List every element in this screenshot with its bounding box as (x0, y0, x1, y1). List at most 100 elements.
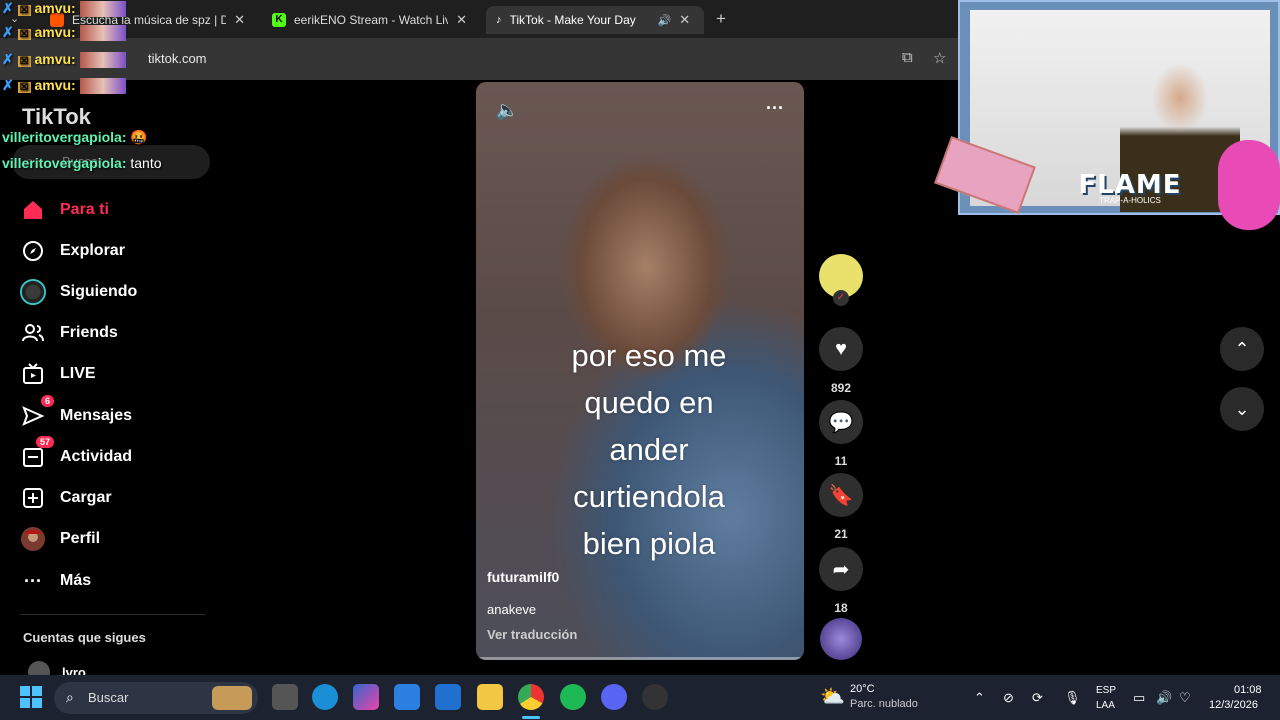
outlook-icon[interactable] (435, 684, 461, 710)
progress-bar[interactable] (476, 657, 804, 660)
sidebar-item-label: Siguiendo (60, 283, 138, 300)
weather-icon[interactable]: ⛅ (820, 684, 845, 709)
language-bottom[interactable]: LAA (1096, 700, 1115, 711)
sidebar-item-label: LIVE (60, 365, 96, 382)
sidebar-divider (20, 614, 206, 615)
display-icon[interactable]: ▭ (1133, 690, 1145, 706)
bookmark-star-icon[interactable]: ☆ (933, 49, 946, 67)
music-disc-button[interactable] (818, 618, 864, 660)
comment-button[interactable]: 💬 11 (818, 400, 864, 468)
spotify-icon[interactable] (560, 684, 586, 710)
next-video-button[interactable]: ⌄ (1220, 387, 1264, 431)
battery-icon[interactable]: ♡ (1179, 690, 1191, 706)
translate-link[interactable]: Ver traducción (487, 627, 577, 642)
compass-icon (20, 238, 46, 264)
sidebar-item-actividad[interactable]: 57 Actividad (20, 436, 132, 470)
chat-user: amvu: (34, 0, 76, 16)
sidebar-item-label: Más (60, 572, 92, 589)
windows-start-icon[interactable] (18, 684, 44, 710)
sidebar-item-mas[interactable]: ··· Más (20, 568, 91, 594)
clock-date[interactable]: 12/3/2026 (1209, 699, 1258, 711)
following-header: Cuentas que sigues (23, 630, 146, 645)
sidebar-item-label: Perfil (60, 530, 101, 547)
tab-title: eerikENO Stream - Watch Live c (294, 13, 449, 27)
author-avatar-button[interactable]: ✓ (818, 254, 864, 306)
tab-tiktok[interactable]: ♪ TikTok - Make Your Day 🔊 ✕ (486, 6, 704, 34)
task-view-icon[interactable] (272, 684, 298, 710)
new-tab-button[interactable]: + (716, 9, 726, 29)
video-author[interactable]: futuramilf0 (487, 569, 559, 585)
install-app-icon[interactable]: ⧉ (902, 49, 913, 66)
weather-temp[interactable]: 20°C (850, 683, 875, 695)
obs-icon[interactable] (642, 684, 668, 710)
music-disc-icon (820, 618, 862, 660)
check-icon: ✓ (833, 290, 849, 306)
clock-time[interactable]: 01:08 (1234, 684, 1262, 696)
share-icon: ➦ (819, 547, 863, 591)
weather-desc[interactable]: Parc. nublado (850, 698, 918, 710)
badge-icon: ✗ (2, 24, 14, 40)
edge-icon[interactable] (312, 684, 338, 710)
sidebar-item-siguiendo[interactable]: Siguiendo (20, 279, 137, 305)
video-player[interactable]: 🔈 ··· por eso me quedo en ander curtiend… (476, 82, 804, 660)
following-icon (20, 279, 46, 305)
network-off-icon[interactable]: ⊘ (1003, 690, 1014, 706)
video-sound[interactable]: anakeve (487, 602, 536, 617)
close-tab-icon[interactable]: ✕ (456, 12, 467, 28)
speaker-icon[interactable]: 🔊 (658, 14, 672, 27)
volume-icon[interactable]: 🔊 (1156, 690, 1172, 706)
kick-icon: K (272, 13, 286, 27)
close-tab-icon[interactable]: ✕ (234, 12, 245, 28)
chat-line: villeritovergapiola: tanto (2, 155, 162, 171)
save-count: 21 (834, 527, 848, 541)
tiktok-favicon-icon: ♪ (496, 14, 502, 26)
more-options-icon[interactable]: ··· (766, 98, 784, 119)
caption-line: por eso me (571, 338, 727, 373)
close-tab-icon[interactable]: ✕ (679, 12, 690, 28)
sync-icon[interactable]: ⟳ (1032, 690, 1043, 706)
discord-icon[interactable] (601, 684, 627, 710)
tiktok-logo[interactable]: TikTok (22, 104, 91, 130)
sidebar-item-live[interactable]: LIVE (20, 361, 96, 387)
sidebar-item-cargar[interactable]: Cargar (20, 485, 112, 511)
browser-tab-strip: ⌄ Escucha la música de spz | Disfr ✕ K e… (0, 0, 958, 38)
emote-icon (79, 78, 126, 95)
previous-video-button[interactable]: ⌃ (1220, 327, 1264, 371)
microphone-icon[interactable]: 🎙 (1064, 690, 1081, 706)
activity-badge: 57 (35, 436, 54, 448)
volume-icon[interactable]: 🔈 (496, 100, 518, 121)
tab-kick[interactable]: K eerikENO Stream - Watch Live c ✕ (262, 6, 477, 34)
chat-user: amvu: (34, 51, 76, 67)
chat-message: tanto (130, 155, 162, 171)
save-button[interactable]: 🔖 21 (818, 473, 864, 541)
sidebar-item-perfil[interactable]: Perfil (20, 526, 100, 552)
caption-line: bien piola (582, 526, 716, 561)
like-count: 892 (830, 381, 852, 395)
copilot-icon[interactable] (353, 684, 379, 710)
taskbar-search[interactable]: ⌕ Buscar (54, 682, 258, 714)
emote-icon: ☒ (17, 82, 31, 93)
chrome-icon[interactable] (518, 684, 544, 710)
webcam-banner: FLAME TRAP-A-HOLICS (1030, 170, 1230, 205)
store-icon[interactable] (394, 684, 420, 710)
chat-line: ✗ ☒ amvu: (2, 77, 126, 95)
chevron-up-icon[interactable]: ⌃ (974, 690, 985, 706)
sidebar-item-explorar[interactable]: Explorar (20, 238, 125, 264)
chat-line: ✗ ☒ amvu: (2, 51, 126, 69)
share-button[interactable]: ➦ 18 (818, 547, 864, 615)
active-app-indicator (522, 716, 540, 719)
badge-icon: ✗ (2, 0, 14, 16)
caption-line: curtiendola (573, 479, 725, 514)
language-top[interactable]: ESP (1096, 685, 1116, 696)
sidebar-item-para-ti[interactable]: Para ti (20, 197, 109, 223)
friends-icon (20, 320, 46, 346)
sidebar-item-label: Para ti (60, 201, 109, 218)
sidebar-item-friends[interactable]: Friends (20, 320, 118, 346)
emote-icon (79, 25, 126, 42)
url-text[interactable]: tiktok.com (148, 51, 207, 66)
like-button[interactable]: ♥ 892 (818, 327, 864, 395)
sidebar-item-mensajes[interactable]: 6 Mensajes (20, 395, 132, 429)
file-explorer-icon[interactable] (477, 684, 503, 710)
messages-badge: 6 (40, 395, 54, 407)
caption-line: ander (609, 432, 689, 467)
